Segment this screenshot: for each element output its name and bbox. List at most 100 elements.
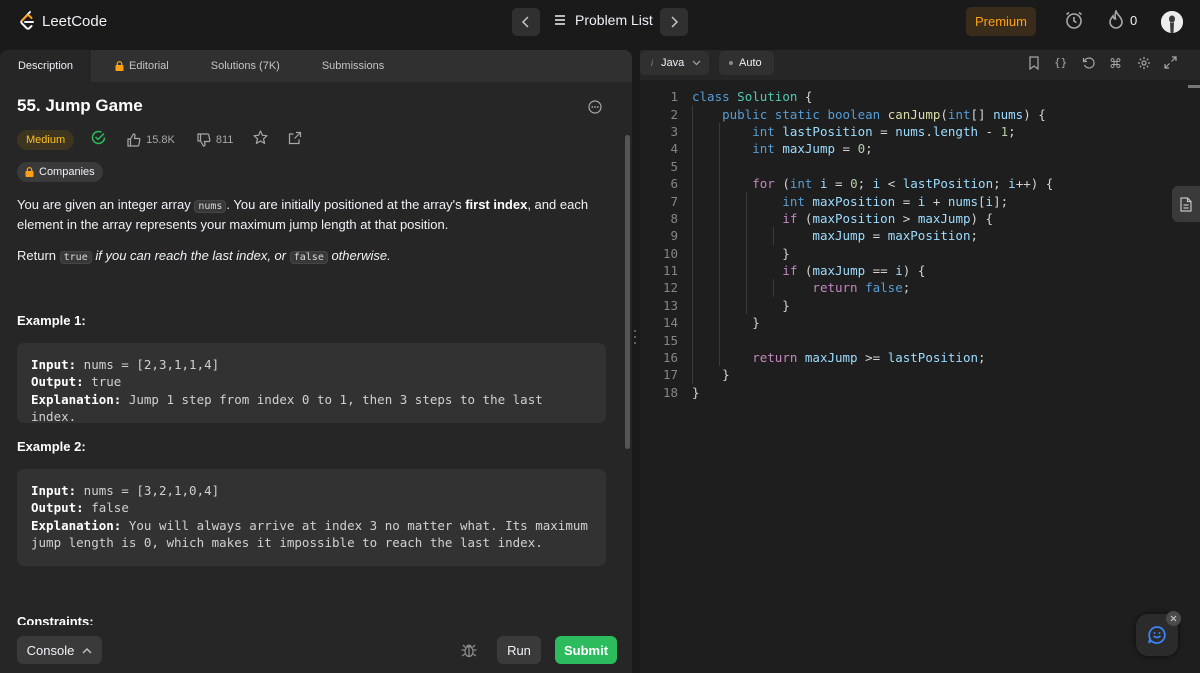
more-options-button[interactable]: [588, 100, 602, 119]
feedback-close-button[interactable]: [1166, 611, 1181, 626]
code-line: 10 }: [640, 244, 1196, 262]
example-label: Output:: [31, 500, 84, 516]
line-number: 18: [662, 384, 678, 400]
status-dot: [729, 61, 733, 65]
page-title: 55. Jump Game: [17, 96, 143, 115]
auto-mode-toggle[interactable]: Auto: [719, 51, 774, 75]
line-number: 10: [662, 245, 678, 261]
code-text: }: [692, 245, 790, 261]
line-number: 12: [662, 280, 678, 296]
tab-editorial[interactable]: Editorial: [115, 50, 169, 82]
run-button[interactable]: Run: [497, 636, 541, 664]
like-button[interactable]: 15.8K: [127, 133, 175, 147]
line-number: 13: [662, 297, 678, 313]
share-button[interactable]: [288, 131, 302, 150]
tab-solutions[interactable]: Solutions (7K): [211, 50, 280, 82]
example-value: nums = [2,3,1,1,4]: [76, 357, 220, 372]
premium-button[interactable]: Premium: [966, 7, 1036, 36]
line-number: 1: [670, 89, 678, 105]
debug-button[interactable]: [460, 641, 478, 664]
submit-button[interactable]: Submit: [555, 636, 617, 664]
side-notes-button[interactable]: [1172, 186, 1200, 222]
companies-tag[interactable]: Companies: [17, 162, 103, 182]
code-text: maxJump = maxPosition;: [812, 228, 979, 244]
difficulty-badge: Medium: [17, 130, 75, 150]
streak-count: 0: [1130, 12, 1138, 28]
code-editor[interactable]: 1 class Solution { 2 public static boolea…: [640, 88, 1196, 401]
code-line: 6 for (int i = 0; i < lastPosition; i++)…: [640, 174, 1196, 193]
italic-text: if you can reach the last index, or: [91, 248, 290, 263]
example-value: false: [83, 500, 129, 516]
code-text: int maxPosition = i + nums[i];: [782, 193, 1009, 209]
line-number: 9: [670, 228, 678, 244]
example-value: true: [83, 374, 122, 390]
chevron-down-icon: [692, 60, 701, 66]
dislike-button[interactable]: 811: [197, 133, 233, 147]
code-line: 2 public static boolean canJump(int[] nu…: [640, 105, 1196, 123]
language-label: Java: [661, 57, 685, 69]
line-number: 17: [662, 367, 678, 383]
tab-submissions-label: Submissions: [321, 60, 385, 72]
top-navbar: LeetCode Problem List Premium 0: [0, 0, 1200, 44]
thumbs-up-icon: [127, 133, 141, 147]
info-icon: i: [651, 58, 653, 68]
chevron-up-icon: [82, 647, 92, 653]
chevron-left-icon: [521, 16, 529, 28]
handle-dot: [634, 336, 636, 338]
streak-counter[interactable]: 0: [1108, 10, 1137, 30]
favorite-button[interactable]: [253, 130, 269, 150]
problem-list-link[interactable]: Problem List: [554, 12, 653, 28]
console-button[interactable]: Console: [17, 636, 102, 664]
fullscreen-button[interactable]: [1164, 56, 1177, 74]
italic-text: otherwise.: [327, 248, 391, 263]
tab-description[interactable]: Description: [0, 50, 91, 82]
format-code-button[interactable]: {}: [1054, 56, 1067, 69]
problem-list-label: Problem List: [575, 12, 653, 28]
line-number: 3: [670, 123, 678, 139]
star-icon: [253, 130, 269, 144]
next-problem-button[interactable]: [660, 8, 688, 36]
alarm-clock-icon: [1066, 11, 1082, 29]
line-number: 5: [670, 158, 678, 174]
document-icon: [1180, 196, 1192, 212]
avatar[interactable]: [1161, 11, 1183, 33]
console-label: Console: [26, 642, 75, 658]
reset-code-button[interactable]: [1082, 56, 1096, 75]
bookmark-button[interactable]: [1028, 56, 1040, 75]
code-line: 9 maxJump = maxPosition;: [640, 227, 1196, 245]
code-line: 1 class Solution {: [640, 88, 1196, 105]
expand-icon: [1164, 56, 1177, 69]
code-text: if (maxPosition > maxJump) {: [782, 210, 994, 226]
handle-dot: [634, 330, 636, 332]
code-text: }: [692, 384, 700, 400]
lock-icon: [115, 61, 124, 71]
language-select[interactable]: i Java: [640, 51, 709, 75]
panel-resize-handle[interactable]: [634, 330, 638, 344]
avatar-image-icon: [1161, 11, 1183, 33]
tab-description-label: Description: [17, 60, 74, 72]
logo-text: LeetCode: [42, 12, 108, 30]
handle-dot: [634, 342, 636, 344]
chat-bubble-icon: [1148, 626, 1166, 644]
tab-submissions[interactable]: Submissions: [322, 50, 384, 82]
logo[interactable]: LeetCode: [18, 11, 107, 31]
list-icon: [555, 15, 565, 25]
shortcuts-button[interactable]: ⌘: [1109, 56, 1122, 72]
problem-meta: Medium 15.8K 811: [17, 130, 302, 150]
example-label: Output:: [31, 374, 84, 390]
chevron-right-icon: [671, 16, 679, 28]
leetcode-logo-icon: [20, 11, 34, 30]
example-value: nums = [3,2,1,0,4]: [76, 483, 220, 498]
bookmark-icon: [1029, 56, 1039, 71]
inline-code: true: [59, 251, 92, 264]
description-scrollbar[interactable]: [625, 135, 630, 449]
example-label: Explanation:: [31, 517, 122, 533]
line-number: 8: [670, 210, 678, 226]
example-1-title: Example 1:: [17, 313, 86, 328]
code-text: return false;: [812, 280, 911, 296]
timer-button[interactable]: [1064, 10, 1084, 30]
editor-settings-button[interactable]: [1137, 56, 1151, 75]
line-number: 2: [670, 106, 678, 122]
prev-problem-button[interactable]: [512, 8, 540, 36]
action-bar: Console Run Submit: [0, 625, 632, 673]
